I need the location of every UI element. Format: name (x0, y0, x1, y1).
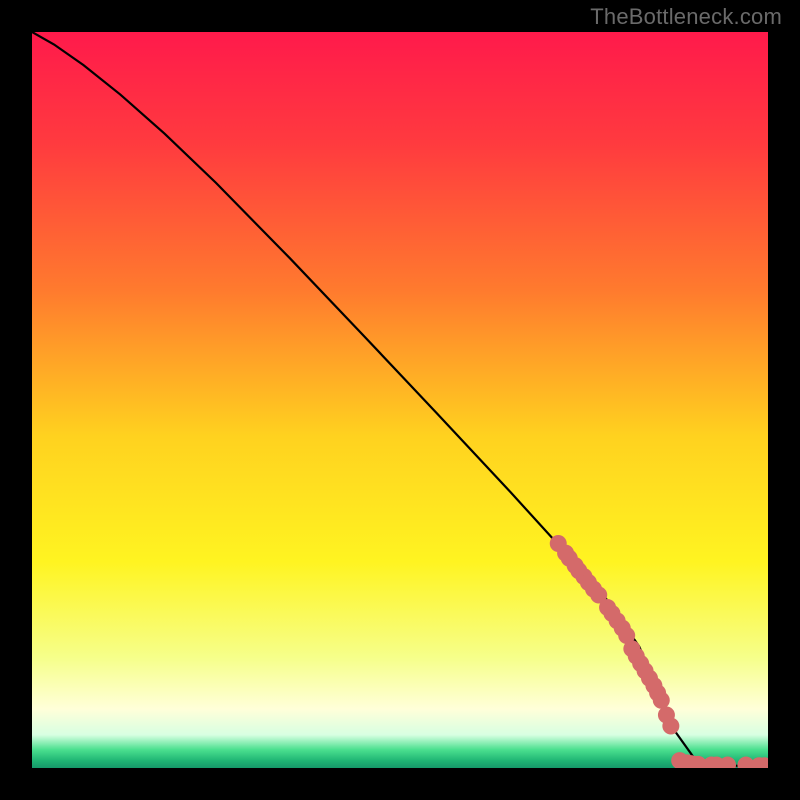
chart-svg (32, 32, 768, 768)
watermark-label: TheBottleneck.com (590, 4, 782, 30)
plot-area (32, 32, 768, 768)
gradient-background (32, 32, 768, 768)
data-point (653, 692, 670, 709)
data-point (662, 718, 679, 735)
chart-frame: TheBottleneck.com (0, 0, 800, 800)
